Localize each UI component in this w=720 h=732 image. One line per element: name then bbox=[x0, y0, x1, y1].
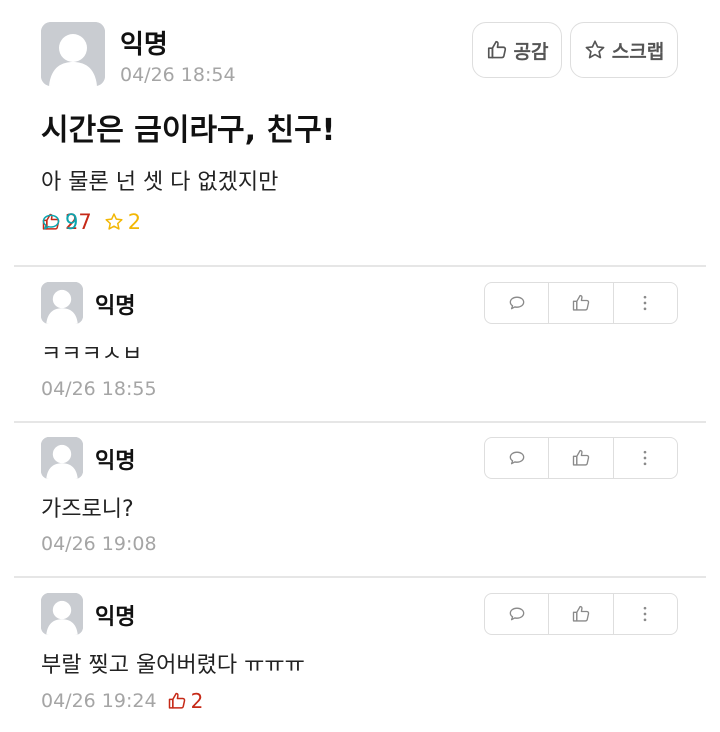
comment-like-count: 2 bbox=[167, 689, 204, 713]
author-avatar bbox=[41, 22, 105, 86]
thumbs-up-icon bbox=[168, 692, 185, 709]
vertical-dots-icon bbox=[643, 295, 647, 311]
anonymous-avatar-icon bbox=[41, 437, 83, 479]
speech-bubble-icon bbox=[42, 214, 60, 230]
comment-meta: 04/26 19:24 2 bbox=[41, 689, 203, 713]
thumbs-up-icon bbox=[487, 40, 506, 59]
speech-bubble-icon bbox=[509, 296, 524, 310]
comment-author: 익명 bbox=[95, 294, 136, 319]
anonymous-avatar-icon bbox=[41, 22, 105, 86]
comment-time: 04/26 19:24 bbox=[41, 690, 157, 712]
thumbs-up-icon bbox=[572, 449, 590, 466]
divider bbox=[14, 421, 706, 423]
comment-author: 익명 bbox=[95, 605, 136, 630]
comment-item: 익명 가즈로니? 04/26 19:08 bbox=[0, 437, 720, 577]
more-button[interactable] bbox=[612, 283, 677, 323]
comment-author: 익명 bbox=[95, 449, 136, 474]
comment-actions bbox=[484, 282, 678, 324]
post: 익명 04/26 18:54 공감 스크랩 시간은 금이라구, 친구! 아 물론… bbox=[0, 0, 720, 266]
comment-like-count-value: 2 bbox=[190, 689, 204, 713]
post-time: 04/26 18:54 bbox=[120, 64, 236, 86]
comment-text: ㅋㅋㅋㅅㅂ bbox=[41, 342, 143, 367]
post-body: 아 물론 넌 셋 다 없겠지만 bbox=[41, 170, 279, 195]
like-button[interactable] bbox=[548, 594, 612, 634]
reply-button[interactable] bbox=[485, 594, 548, 634]
speech-bubble-icon bbox=[509, 607, 524, 621]
comment-text: 부랄 찢고 울어버렸다 ㅠㅠㅠ bbox=[41, 653, 305, 678]
anonymous-avatar-icon bbox=[41, 282, 83, 324]
more-button[interactable] bbox=[612, 594, 677, 634]
star-icon bbox=[585, 40, 605, 59]
comment-meta: 04/26 19:08 bbox=[41, 533, 157, 555]
empathy-button[interactable]: 공감 bbox=[472, 22, 562, 78]
thumbs-up-icon bbox=[572, 605, 590, 622]
reply-button[interactable] bbox=[485, 283, 548, 323]
comment-actions bbox=[484, 593, 678, 635]
comment-count-value: 9 bbox=[65, 210, 79, 234]
comment-time: 04/26 18:55 bbox=[41, 378, 157, 400]
reply-button[interactable] bbox=[485, 438, 548, 478]
comment-text: 가즈로니? bbox=[41, 497, 134, 522]
like-button[interactable] bbox=[548, 438, 612, 478]
comment-actions bbox=[484, 437, 678, 479]
post-stats: 27 9 2 bbox=[41, 210, 153, 234]
divider bbox=[14, 265, 706, 267]
comment-avatar bbox=[41, 437, 83, 479]
more-button[interactable] bbox=[612, 438, 677, 478]
divider bbox=[14, 576, 706, 578]
comment-item: 익명 부랄 찢고 울어버렸다 ㅠㅠㅠ 04/26 19:24 2 bbox=[0, 593, 720, 728]
vertical-dots-icon bbox=[643, 606, 647, 622]
thumbs-up-icon bbox=[572, 294, 590, 311]
empathy-label: 공감 bbox=[513, 40, 549, 63]
comment-item: 익명 ㅋㅋㅋㅅㅂ 04/26 18:55 bbox=[0, 282, 720, 422]
speech-bubble-icon bbox=[509, 451, 524, 465]
post-author: 익명 bbox=[120, 30, 168, 60]
anonymous-avatar-icon bbox=[41, 593, 83, 635]
scrap-label: 스크랩 bbox=[611, 40, 665, 63]
comment-avatar bbox=[41, 282, 83, 324]
vertical-dots-icon bbox=[643, 450, 647, 466]
comment-avatar bbox=[41, 593, 83, 635]
post-title: 시간은 금이라구, 친구! bbox=[41, 113, 336, 148]
like-button[interactable] bbox=[548, 283, 612, 323]
comment-time: 04/26 19:08 bbox=[41, 533, 157, 555]
comment-count: 9 bbox=[41, 210, 720, 234]
scrap-button[interactable]: 스크랩 bbox=[570, 22, 678, 78]
comment-meta: 04/26 18:55 bbox=[41, 378, 157, 400]
